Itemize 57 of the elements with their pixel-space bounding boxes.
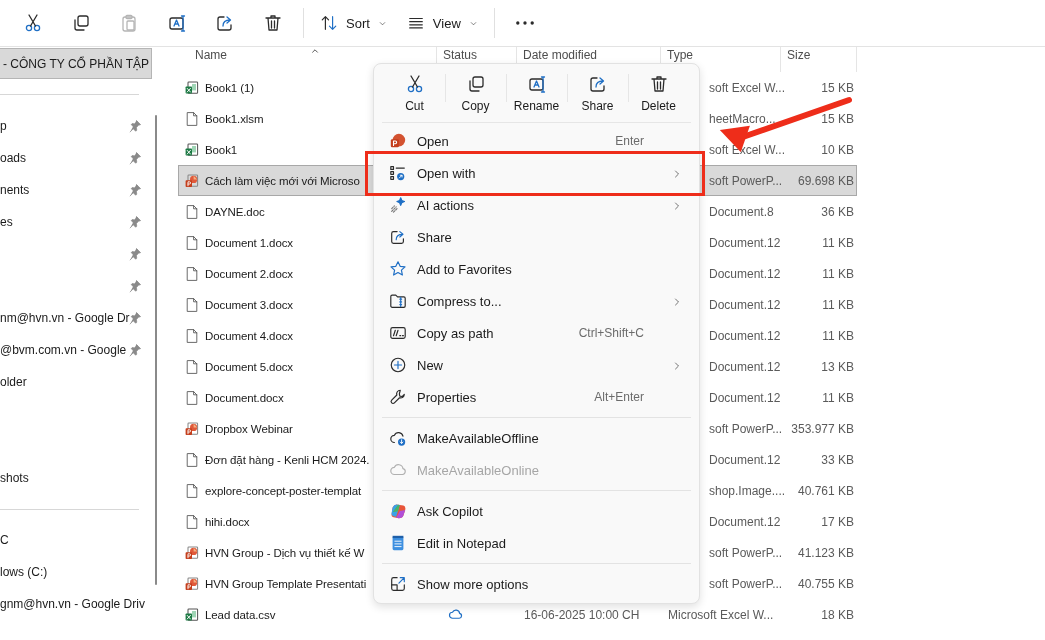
- size-cell: 11 KB: [822, 266, 854, 281]
- type-cell: heetMacro...: [709, 111, 776, 126]
- type-cell: Document.8: [709, 204, 774, 219]
- size-cell: 10 KB: [821, 142, 854, 157]
- file-name: Document 5.docx: [205, 360, 293, 373]
- size-cell: 11 KB: [822, 235, 854, 250]
- shortcut-text: Alt+Enter: [594, 390, 644, 404]
- file-name: Document 2.docx: [205, 267, 293, 280]
- file-name: Lead data.csv: [205, 608, 276, 621]
- type-cell: soft PowerP...: [709, 576, 783, 591]
- file-name: hihi.docx: [205, 515, 250, 528]
- size-cell: 11 KB: [822, 297, 854, 312]
- file-name: Đơn đặt hàng - Kenli HCM 2024.: [205, 453, 370, 466]
- size-cell: 40.755 KB: [797, 576, 854, 591]
- size-cell: 13 KB: [821, 359, 854, 374]
- type-cell: Document.12: [709, 266, 781, 281]
- type-cell: Document.12: [709, 297, 781, 312]
- size-cell: 353.977 KB: [791, 421, 854, 436]
- size-cell: 41.123 KB: [797, 545, 854, 560]
- size-cell: 11 KB: [822, 328, 854, 343]
- date-cell-text: 16-06-2025 10:00 CH: [523, 607, 640, 622]
- size-cell: 36 KB: [821, 204, 854, 219]
- size-cell: 17 KB: [821, 514, 854, 529]
- type-cell: Microsoft Excel W...: [668, 607, 774, 622]
- file-name: HVN Group Template Presentati: [205, 577, 367, 590]
- type-cell: soft Excel W...: [709, 80, 786, 95]
- file-name: DAYNE.doc: [205, 205, 265, 218]
- type-cell: Document.12: [709, 328, 781, 343]
- file-name: Document 4.docx: [205, 329, 293, 342]
- size-cell: 69.698 KB: [797, 173, 854, 188]
- file-name: Dropbox Webinar: [205, 422, 293, 435]
- type-cell: Document.12: [709, 514, 781, 529]
- file-name: Document.docx: [205, 391, 284, 404]
- file-name: Book1: [205, 143, 238, 156]
- size-cell: 33 KB: [821, 452, 854, 467]
- file-name: Document 1.docx: [205, 236, 293, 249]
- size-cell: 40.761 KB: [797, 483, 854, 498]
- shortcut-text: Ctrl+Shift+C: [578, 326, 644, 340]
- size-cell: 15 KB: [821, 111, 854, 126]
- file-name: Document 3.docx: [205, 298, 293, 311]
- type-cell: shop.Image....: [709, 483, 786, 498]
- size-cell: 15 KB: [821, 80, 854, 95]
- type-cell: Document.12: [709, 235, 781, 250]
- type-cell: soft PowerP...: [709, 545, 783, 560]
- size-cell: 11 KB: [822, 390, 854, 405]
- size-cell: 18 KB: [821, 607, 854, 622]
- shortcut-text: Enter: [615, 134, 644, 148]
- file-name: HVN Group - Dịch vụ thiết kế W: [205, 546, 365, 559]
- file-name: explore-concept-poster-templat: [205, 484, 362, 497]
- file-name: Book1 (1): [205, 81, 254, 94]
- file-name: Cách làm việc mới với Microso: [205, 174, 360, 187]
- type-cell: Document.12: [709, 359, 781, 374]
- type-cell: soft PowerP...: [709, 173, 783, 188]
- type-cell: Document.12: [709, 452, 781, 467]
- type-cell: soft PowerP...: [709, 421, 783, 436]
- type-cell: Document.12: [709, 390, 781, 405]
- file-name: Book1.xlsm: [205, 112, 264, 125]
